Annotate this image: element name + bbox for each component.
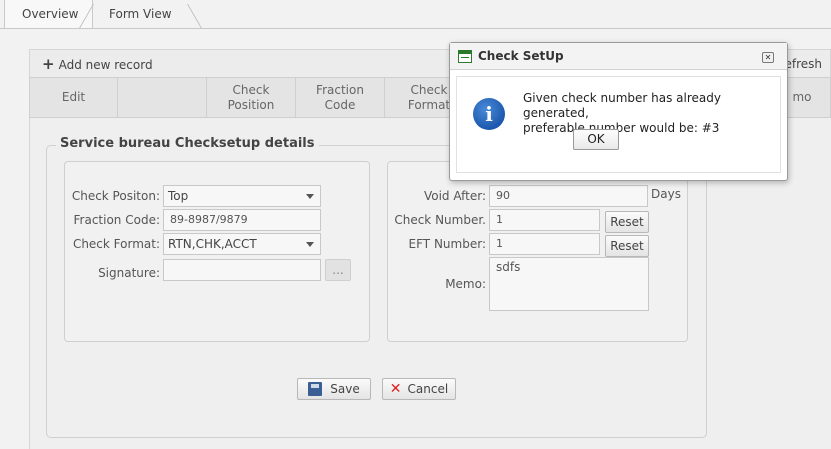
tab-form-view-label: Form View: [109, 7, 172, 21]
check-format-label: Check Format:: [72, 237, 160, 251]
eft-number-input[interactable]: 1: [489, 233, 600, 255]
cancel-label: Cancel: [407, 382, 449, 396]
void-after-input[interactable]: 90: [489, 185, 648, 207]
tab-divider: [187, 4, 202, 28]
signature-browse-button[interactable]: ...: [325, 259, 351, 281]
dialog-title: Check SetUp: [478, 49, 564, 63]
check-position-select[interactable]: Top: [163, 185, 321, 207]
dialog-body: i Given check number has already generat…: [456, 76, 781, 173]
column-check-position[interactable]: Check Position: [207, 78, 296, 117]
close-icon[interactable]: ✕: [762, 52, 774, 63]
check-format-select[interactable]: RTN,CHK,ACCT: [163, 233, 321, 255]
dialog-message: Given check number has already generated…: [523, 91, 780, 136]
ok-button[interactable]: OK: [573, 129, 619, 150]
check-number-input[interactable]: 1: [489, 209, 600, 231]
check-position-value: Top: [168, 189, 189, 203]
tab-form-view[interactable]: Form View: [79, 0, 202, 29]
save-button[interactable]: Save: [297, 378, 371, 400]
column-label: mo: [792, 90, 812, 104]
window-form-icon: [458, 50, 472, 63]
column-edit[interactable]: Edit: [30, 78, 118, 117]
check-format-value: RTN,CHK,ACCT: [168, 237, 257, 251]
check-setup-dialog: Check SetUp ✕ i Given check number has a…: [449, 42, 788, 181]
dialog-message-line: Given check number has already generated…: [523, 91, 721, 120]
dialog-titlebar[interactable]: Check SetUp ✕: [450, 43, 787, 70]
x-icon: ✕: [389, 381, 402, 397]
column-blank[interactable]: [118, 78, 207, 117]
void-after-label: Void After:: [423, 189, 486, 203]
eft-number-reset-button[interactable]: Reset: [605, 235, 649, 257]
signature-input[interactable]: [163, 259, 321, 281]
info-icon: i: [473, 98, 505, 130]
check-number-label: Check Number.: [394, 213, 486, 227]
tab-bar: Overview Form View: [0, 0, 831, 30]
memo-textarea[interactable]: sdfs: [489, 257, 649, 311]
column-label: Edit: [61, 90, 86, 104]
save-label: Save: [330, 382, 360, 396]
chevron-down-icon: [306, 194, 314, 199]
column-label: Fraction Code: [316, 82, 364, 112]
chevron-down-icon: [306, 242, 314, 247]
check-position-label: Check Positon:: [71, 189, 160, 203]
refresh-button[interactable]: efresh: [784, 50, 822, 78]
fraction-code-input[interactable]: 89-8987/9879: [163, 209, 321, 231]
signature-label: Signature:: [98, 266, 160, 280]
refresh-label: efresh: [784, 57, 822, 71]
add-record-button[interactable]: + Add new record: [42, 50, 153, 79]
add-record-label: Add new record: [58, 58, 153, 72]
tab-rule: [0, 28, 831, 29]
cancel-button[interactable]: ✕ Cancel: [382, 378, 456, 400]
column-fraction-code[interactable]: Fraction Code: [296, 78, 385, 117]
check-number-reset-button[interactable]: Reset: [605, 211, 649, 233]
tab-overview-label: Overview: [22, 7, 79, 21]
floppy-disk-icon: [308, 382, 323, 396]
fieldset-legend: Service bureau Checksetup details: [56, 136, 319, 151]
void-after-unit: Days: [651, 187, 681, 201]
eft-number-label: EFT Number:: [408, 237, 486, 251]
column-label: Check Position: [227, 82, 275, 112]
fraction-code-label: Fraction Code:: [73, 213, 160, 227]
plus-icon: +: [42, 55, 55, 73]
memo-label: Memo:: [445, 277, 486, 291]
dialog-message-line: preferable number would be: #3: [523, 121, 720, 135]
check-setup-page: Overview Form View + Add new record efres…: [0, 0, 831, 449]
